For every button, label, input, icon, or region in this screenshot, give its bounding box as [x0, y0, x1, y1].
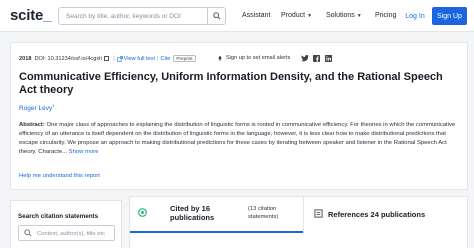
cite-link[interactable]: Cite: [160, 56, 170, 62]
search-icon: [212, 12, 221, 20]
show-more-link[interactable]: Show more: [69, 149, 99, 155]
tab-references[interactable]: References 24 publications: [303, 197, 469, 233]
citation-search-box: [18, 225, 115, 241]
citation-search-title: Search citation statements: [18, 213, 99, 220]
help-understand-link[interactable]: Help me understand this report: [19, 173, 100, 179]
login-button[interactable]: Log In: [401, 7, 429, 25]
chevron-down-icon: ▼: [356, 13, 362, 19]
scite-logo[interactable]: scite_: [10, 7, 52, 24]
nav-solutions[interactable]: Solutions ▼: [326, 12, 362, 19]
nav-pricing[interactable]: Pricing: [375, 12, 396, 19]
preprint-badge: Preprint: [173, 55, 196, 62]
signup-button[interactable]: Sign Up: [432, 7, 467, 25]
email-alert[interactable]: Sign up to set email alerts: [217, 55, 290, 61]
copy-icon[interactable]: [104, 56, 110, 61]
bell-icon: [218, 56, 222, 61]
nav-assistant[interactable]: Assistant: [242, 12, 270, 19]
nav-product[interactable]: Product ▼: [281, 12, 312, 19]
citation-search-panel: Search citation statements: [10, 200, 122, 248]
abstract-label: Abstract:: [19, 122, 45, 128]
paper-doi[interactable]: DOI: 10.31234/osf.io/4cgxh: [34, 56, 102, 62]
cited-by-label: Cited by 16 publications: [170, 204, 215, 222]
global-search-input[interactable]: [66, 9, 202, 23]
cited-by-icon: [138, 208, 147, 217]
paper-meta: 2018 DOI: 10.31234/osf.io/4cgxh | View f…: [19, 55, 196, 62]
paper-year: 2018: [19, 55, 32, 62]
top-navigation-bar: scite_ Assistant Product▼ Solutions▼ Pri…: [0, 0, 474, 32]
references-icon: [314, 209, 323, 218]
external-link-icon: [117, 55, 123, 62]
citation-tabs: Cited by 16 publications (13 citation st…: [129, 196, 468, 248]
author-link[interactable]: Roger Lévy1: [19, 103, 54, 112]
search-button[interactable]: [207, 8, 225, 24]
chevron-down-icon: ▼: [307, 13, 313, 19]
search-icon: [24, 229, 32, 237]
paper-card: 2018 DOI: 10.31234/osf.io/4cgxh | View f…: [10, 42, 468, 190]
tab-cited-by[interactable]: Cited by 16 publications (13 citation st…: [130, 197, 303, 233]
references-label: References 24 publications: [328, 210, 426, 219]
view-full-text-link[interactable]: View full text: [124, 56, 155, 62]
facebook-icon[interactable]: [313, 55, 320, 64]
linkedin-icon[interactable]: [325, 55, 332, 64]
abstract: Abstract: One major class of approaches …: [19, 121, 465, 157]
twitter-icon[interactable]: [301, 55, 309, 64]
citation-statements-count: (13 citation statements): [248, 206, 279, 220]
citation-search-input[interactable]: [37, 228, 113, 239]
global-search-box: [58, 7, 226, 25]
paper-title: Communicative Efficiency, Uniform Inform…: [19, 71, 443, 96]
